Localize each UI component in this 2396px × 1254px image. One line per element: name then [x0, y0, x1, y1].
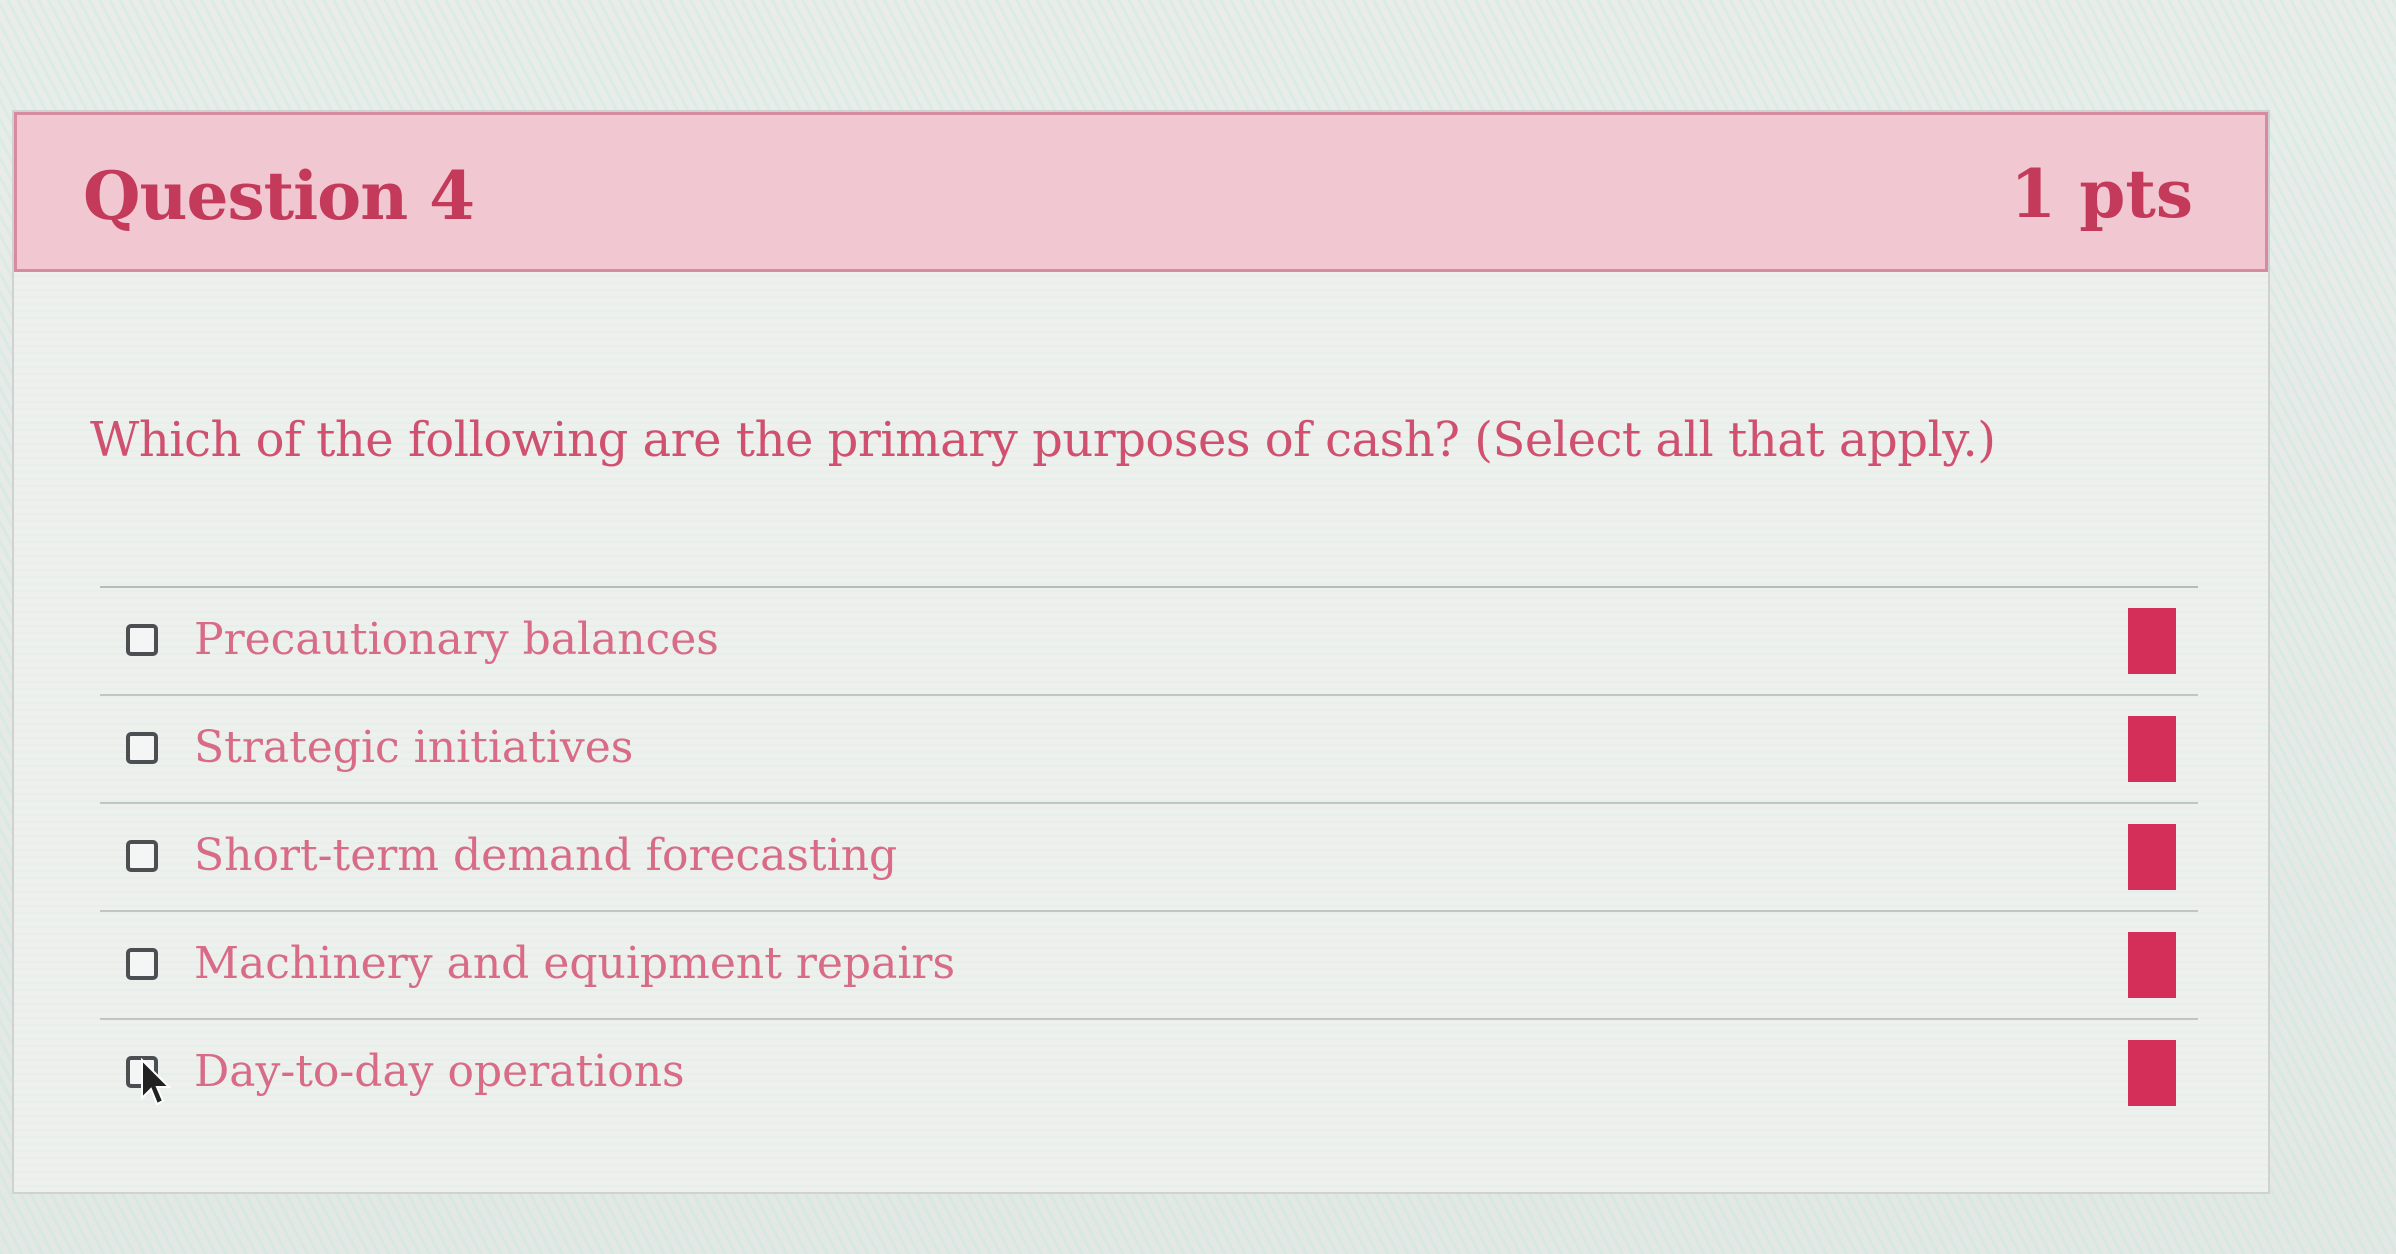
answer-checkbox[interactable] — [126, 732, 158, 764]
question-points: 1 pts — [2010, 155, 2193, 233]
answer-option-short-term-demand-forecasting[interactable]: Short-term demand forecasting — [100, 804, 2198, 912]
question-card: Question 4 1 pts Which of the following … — [12, 110, 2270, 1194]
answer-label[interactable]: Precautionary balances — [194, 614, 719, 665]
answer-checkbox[interactable] — [126, 840, 158, 872]
answer-checkbox[interactable] — [126, 948, 158, 980]
answer-option-strategic-initiatives[interactable]: Strategic initiatives — [100, 696, 2198, 804]
flag-marker-icon — [2128, 716, 2176, 782]
answer-option-day-to-day-operations[interactable]: Day-to-day operations — [100, 1020, 2198, 1128]
answer-label[interactable]: Machinery and equipment repairs — [194, 938, 955, 989]
flag-marker-icon — [2128, 824, 2176, 890]
flag-marker-icon — [2128, 608, 2176, 674]
answer-label[interactable]: Day-to-day operations — [194, 1046, 685, 1097]
flag-marker-icon — [2128, 1040, 2176, 1106]
flag-marker-icon — [2128, 932, 2176, 998]
answer-label[interactable]: Strategic initiatives — [194, 722, 633, 773]
hand-pointer-icon — [141, 1058, 172, 1106]
answer-label[interactable]: Short-term demand forecasting — [194, 830, 897, 881]
question-prompt: Which of the following are the primary p… — [90, 412, 1996, 468]
answer-checkbox[interactable] — [126, 624, 158, 656]
question-header: Question 4 1 pts — [14, 112, 2268, 272]
answer-option-precautionary-balances[interactable]: Precautionary balances — [100, 588, 2198, 696]
question-title: Question 4 — [83, 157, 475, 235]
answer-list: Precautionary balances Strategic initiat… — [100, 586, 2198, 1128]
answer-option-machinery-and-equipment-repairs[interactable]: Machinery and equipment repairs — [100, 912, 2198, 1020]
